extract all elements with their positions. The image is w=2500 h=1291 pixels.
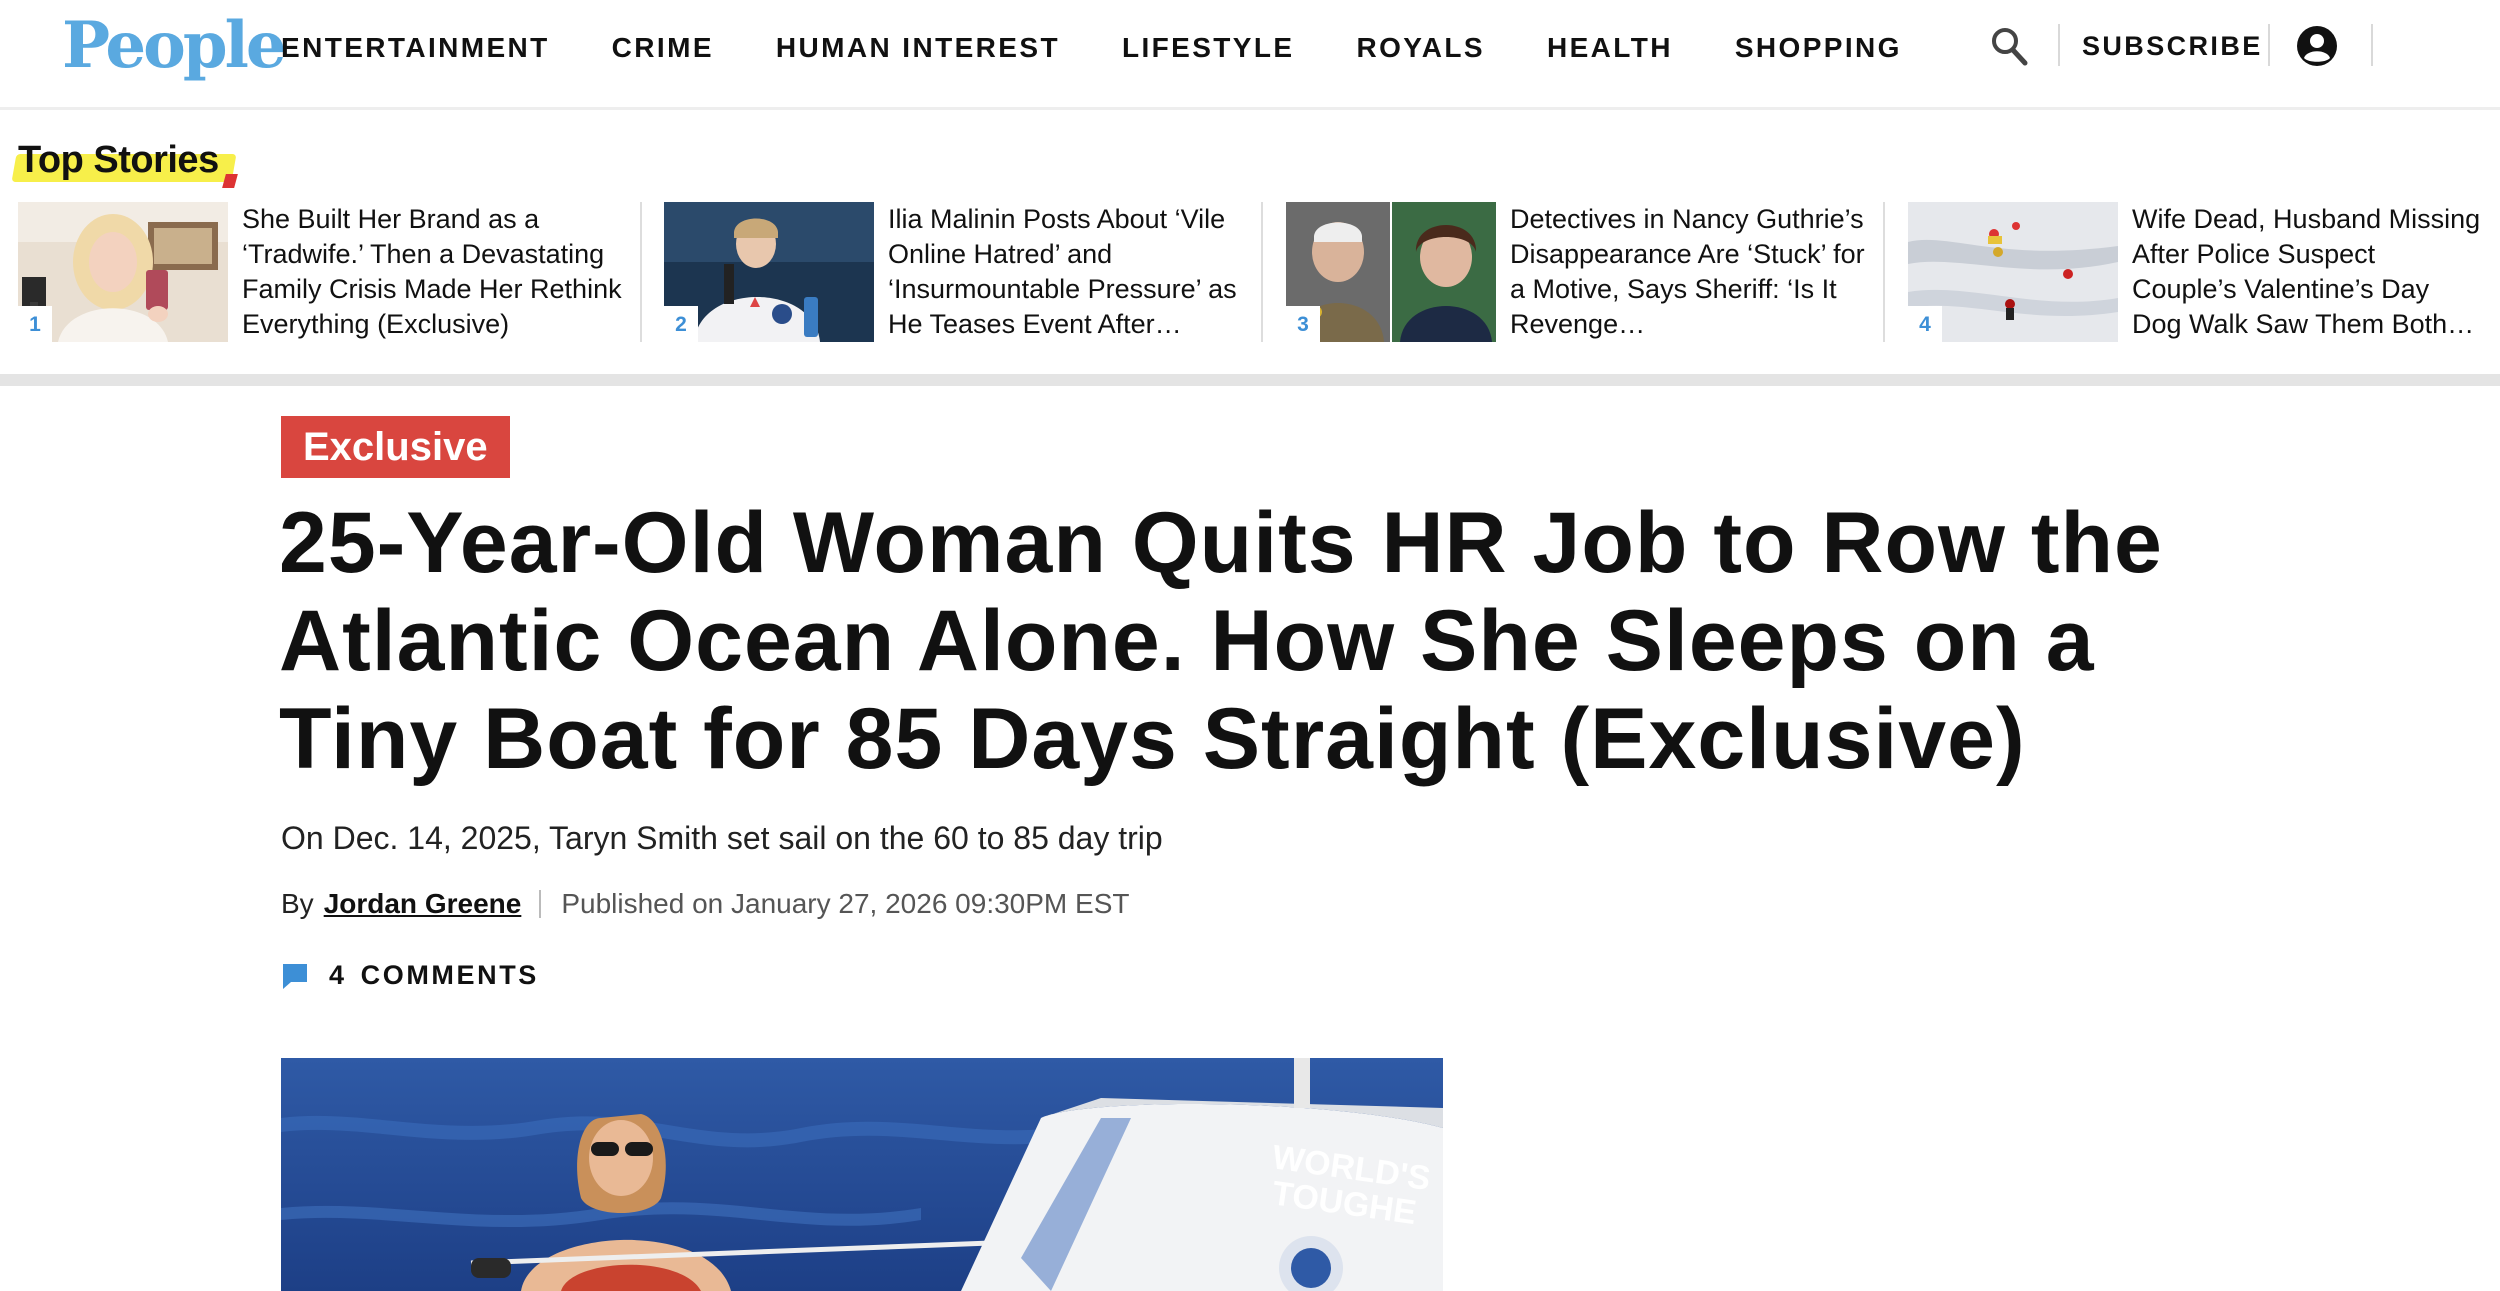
comments-link[interactable]: 4 COMMENTS — [281, 960, 539, 991]
header-divider — [2268, 24, 2270, 66]
article-headline: 25-Year-Old Woman Quits HR Job to Row th… — [279, 495, 2163, 787]
story-divider — [640, 202, 642, 342]
story-rank: 2 — [664, 306, 698, 342]
top-story-2[interactable]: 2 Ilia Malinin Posts About ‘Vile Online … — [664, 202, 1254, 342]
story-divider — [1883, 202, 1885, 342]
story-headline[interactable]: Ilia Malinin Posts About ‘Vile Online Ha… — [888, 202, 1248, 342]
nav-shopping[interactable]: SHOPPING — [1735, 32, 1902, 64]
search-icon[interactable] — [1990, 26, 2028, 66]
exclusive-badge: Exclusive — [281, 416, 510, 478]
highlight-accent — [222, 174, 238, 188]
nav-crime[interactable]: CRIME — [612, 32, 714, 64]
story-divider — [1261, 202, 1263, 342]
story-rank: 3 — [1286, 306, 1320, 342]
comments-label: COMMENTS — [360, 960, 539, 990]
account-icon[interactable] — [2296, 25, 2338, 67]
by-label: By — [281, 888, 314, 919]
nav-entertainment[interactable]: ENTERTAINMENT — [281, 32, 550, 64]
top-stories-heading: Top Stories — [11, 138, 238, 188]
story-thumbnail[interactable]: 4 — [1908, 202, 2118, 342]
site-header: People ENTERTAINMENT CRIME HUMAN INTERES… — [0, 0, 2500, 110]
hero-image: WORLD'S TOUGHE — [281, 1058, 1443, 1291]
story-thumbnail[interactable]: 3 — [1286, 202, 1496, 342]
site-logo[interactable]: People — [62, 8, 287, 84]
header-divider — [2058, 24, 2060, 66]
header-divider — [2371, 24, 2373, 66]
nav-human-interest[interactable]: HUMAN INTEREST — [776, 32, 1060, 64]
story-headline[interactable]: She Built Her Brand as a ‘Tradwife.’ The… — [242, 202, 642, 342]
comment-icon — [283, 963, 307, 989]
top-stories-shadow — [0, 374, 2500, 386]
story-headline[interactable]: Wife Dead, Husband Missing After Police … — [2132, 202, 2484, 342]
story-headline[interactable]: Detectives in Nancy Guthrie’s Disappeara… — [1510, 202, 1870, 342]
top-stories-bar: Top Stories 1 She Built Her Brand as a ‘… — [0, 110, 2500, 382]
story-rank: 4 — [1908, 306, 1942, 342]
publish-date: Published on January 27, 2026 09:30PM ES… — [561, 888, 1130, 919]
nav-lifestyle[interactable]: LIFESTYLE — [1122, 32, 1295, 64]
top-story-4[interactable]: 4 Wife Dead, Husband Missing After Polic… — [1908, 202, 2488, 342]
byline-divider — [539, 890, 542, 918]
subscribe-button[interactable]: SUBSCRIBE — [2082, 28, 2263, 64]
comments-count: 4 — [329, 960, 347, 990]
nav-royals[interactable]: ROYALS — [1356, 32, 1485, 64]
byline: By Jordan Greene Published on January 27… — [281, 884, 1129, 924]
story-thumbnail[interactable]: 2 — [664, 202, 874, 342]
nav-health[interactable]: HEALTH — [1547, 32, 1673, 64]
top-stories-title: Top Stories — [18, 139, 219, 181]
story-thumbnail[interactable]: 1 — [18, 202, 228, 342]
main-nav: ENTERTAINMENT CRIME HUMAN INTEREST LIFES… — [281, 0, 1964, 96]
author-link[interactable]: Jordan Greene — [324, 884, 522, 924]
story-rank: 1 — [18, 306, 52, 342]
top-story-1[interactable]: 1 She Built Her Brand as a ‘Tradwife.’ T… — [18, 202, 628, 342]
article-subheading: On Dec. 14, 2025, Taryn Smith set sail o… — [281, 820, 1163, 856]
top-story-3[interactable]: 3 Detectives in Nancy Guthrie’s Disappea… — [1286, 202, 1876, 342]
